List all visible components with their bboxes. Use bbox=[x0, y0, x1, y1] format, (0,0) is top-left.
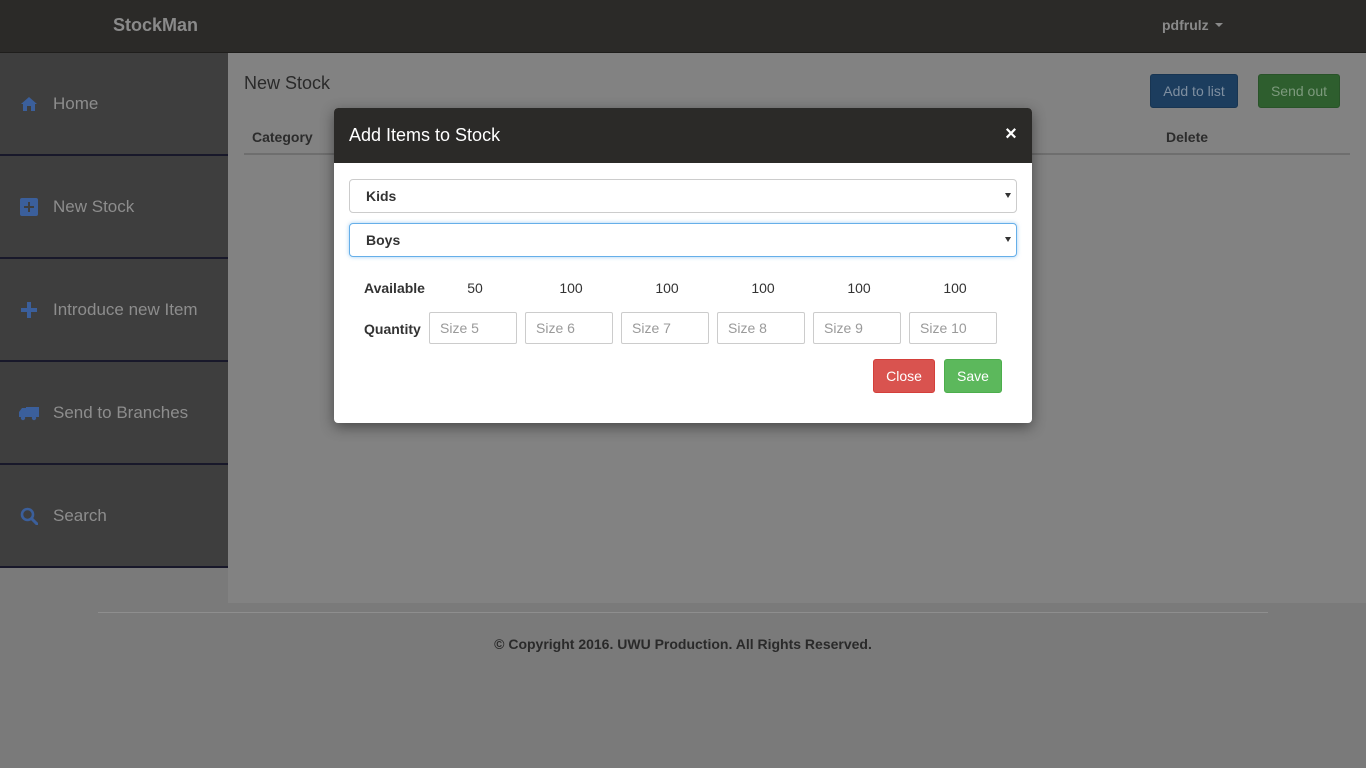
sidebar-item-label: New Stock bbox=[53, 196, 135, 216]
user-name: pdfrulz bbox=[1162, 17, 1209, 33]
footer-copyright: © Copyright 2016. UWU Production. All Ri… bbox=[494, 636, 872, 652]
plus-icon bbox=[19, 300, 39, 320]
subcategory-select-value: Boys bbox=[366, 232, 401, 248]
available-size-5: 50 bbox=[467, 280, 483, 296]
column-header-delete: Delete bbox=[1166, 129, 1209, 145]
sidebar-item-label: Send to Branches bbox=[53, 402, 189, 422]
sidebar-item-send-to-branches[interactable]: Send to Branches bbox=[0, 362, 228, 465]
send-out-button[interactable]: Send out bbox=[1258, 74, 1340, 108]
search-icon bbox=[19, 506, 39, 526]
truck-icon bbox=[19, 403, 39, 423]
brand-logo[interactable]: StockMan bbox=[113, 15, 198, 36]
sidebar-item-label: Home bbox=[53, 93, 99, 113]
available-size-9: 100 bbox=[847, 280, 871, 296]
close-button[interactable]: Close bbox=[873, 359, 935, 393]
size-8-input[interactable] bbox=[717, 312, 805, 344]
size-6-input[interactable] bbox=[525, 312, 613, 344]
sidebar-item-label: Search bbox=[53, 505, 107, 525]
plus-square-icon bbox=[19, 197, 39, 217]
modal-header: Add Items to Stock × bbox=[334, 108, 1032, 163]
category-select[interactable]: Kids bbox=[349, 179, 1017, 213]
top-navbar: StockMan pdfrulz bbox=[0, 0, 1366, 53]
close-icon[interactable]: × bbox=[1002, 124, 1020, 144]
sidebar-item-label: Introduce new Item bbox=[53, 299, 198, 319]
available-size-8: 100 bbox=[751, 280, 775, 296]
sidebar-item-home[interactable]: Home bbox=[0, 53, 228, 156]
size-5-input[interactable] bbox=[429, 312, 517, 344]
quantity-label: Quantity bbox=[364, 321, 421, 337]
add-to-list-button[interactable]: Add to list bbox=[1150, 74, 1238, 108]
modal-title: Add Items to Stock bbox=[349, 125, 501, 145]
size-7-input[interactable] bbox=[621, 312, 709, 344]
home-icon bbox=[19, 94, 39, 114]
chevron-down-icon bbox=[1005, 193, 1011, 198]
sidebar: Home New Stock Introduce new Item Send t… bbox=[0, 53, 228, 568]
sidebar-item-search[interactable]: Search bbox=[0, 465, 228, 568]
footer-divider bbox=[98, 612, 1268, 613]
available-size-6: 100 bbox=[559, 280, 583, 296]
available-size-10: 100 bbox=[943, 280, 967, 296]
chevron-down-icon bbox=[1005, 237, 1011, 242]
sidebar-item-introduce-new-item[interactable]: Introduce new Item bbox=[0, 259, 228, 362]
user-menu-dropdown[interactable]: pdfrulz bbox=[1162, 17, 1223, 33]
size-10-input[interactable] bbox=[909, 312, 997, 344]
size-9-input[interactable] bbox=[813, 312, 901, 344]
caret-down-icon bbox=[1214, 23, 1223, 27]
subcategory-select[interactable]: Boys bbox=[349, 223, 1017, 257]
column-header-category: Category bbox=[252, 129, 313, 145]
available-size-7: 100 bbox=[655, 280, 679, 296]
category-select-value: Kids bbox=[366, 188, 397, 204]
sidebar-item-new-stock[interactable]: New Stock bbox=[0, 156, 228, 259]
available-label: Available bbox=[364, 280, 425, 296]
save-button[interactable]: Save bbox=[944, 359, 1002, 393]
add-items-modal: Add Items to Stock × Kids Boys Available… bbox=[334, 108, 1032, 423]
page-title: New Stock bbox=[244, 73, 331, 93]
